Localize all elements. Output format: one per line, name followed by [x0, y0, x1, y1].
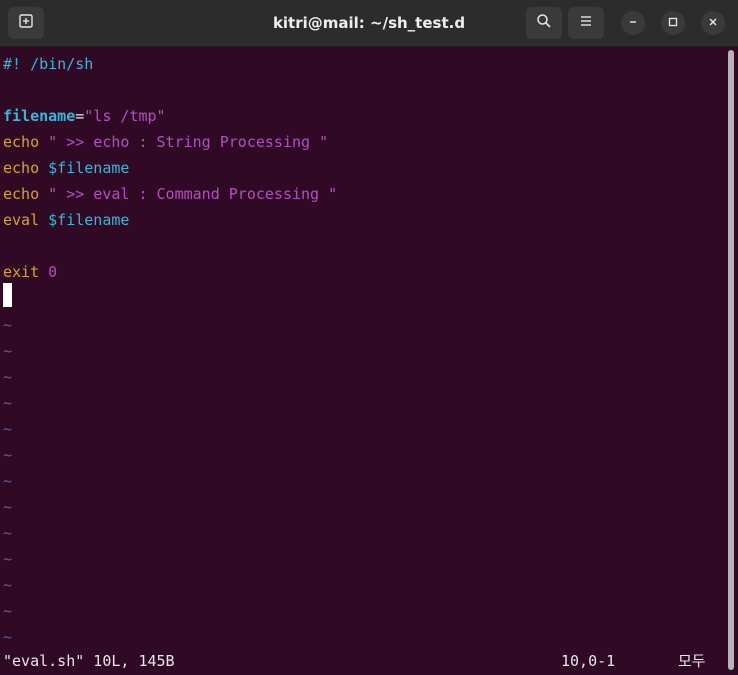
vertical-scrollbar[interactable] — [728, 50, 734, 670]
echo-keyword: echo — [3, 159, 40, 177]
cursor-position-status: 10,0-1 — [561, 652, 616, 670]
assign-operator: = — [75, 107, 85, 125]
code-line-5: echo $filename — [3, 155, 129, 181]
terminal-window: kitri@mail: ~/sh_test.d #! /bin/sh filen… — [0, 0, 738, 675]
empty-line-tilde: ~ — [3, 602, 13, 620]
search-button[interactable] — [526, 7, 562, 39]
menu-button[interactable] — [568, 7, 604, 39]
code-line-6: echo " >> eval : Command Processing " — [3, 181, 337, 207]
minimize-button[interactable] — [621, 11, 645, 35]
exit-code: 0 — [39, 263, 58, 281]
empty-line-tilde: ~ — [3, 420, 13, 438]
vim-editor[interactable]: #! /bin/sh filename="ls /tmp" echo " >> … — [0, 50, 726, 648]
new-tab-button[interactable] — [8, 7, 44, 39]
title-bar: kitri@mail: ~/sh_test.d — [0, 0, 738, 47]
file-info-status: "eval.sh" 10L, 145B — [3, 652, 175, 670]
new-tab-icon — [18, 13, 34, 34]
shebang-comment: #! /bin/sh — [3, 55, 94, 73]
maximize-button[interactable] — [661, 11, 685, 35]
hamburger-menu-icon — [579, 14, 593, 33]
code-line-9: exit 0 — [3, 259, 57, 285]
maximize-icon — [668, 14, 678, 32]
echo-keyword: echo — [3, 185, 40, 203]
code-line-4: echo " >> echo : String Processing " — [3, 129, 328, 155]
empty-line-tilde: ~ — [3, 342, 13, 360]
echo-keyword: echo — [3, 133, 40, 151]
code-line-3: filename="ls /tmp" — [3, 103, 166, 129]
empty-line-tilde: ~ — [3, 368, 13, 386]
eval-keyword: eval — [3, 211, 40, 229]
empty-line-tilde: ~ — [3, 524, 13, 542]
empty-line-tilde: ~ — [3, 628, 13, 646]
close-icon — [708, 14, 718, 32]
code-line-7: eval $filename — [3, 207, 129, 233]
scrollbar-thumb[interactable] — [728, 50, 734, 670]
empty-line-tilde: ~ — [3, 472, 13, 490]
variable-reference: $filename — [39, 211, 130, 229]
empty-line-tilde: ~ — [3, 550, 13, 568]
empty-line-tilde: ~ — [3, 446, 13, 464]
empty-line-tilde: ~ — [3, 394, 13, 412]
search-icon — [536, 13, 552, 34]
echo-string: " >> eval : Command Processing " — [39, 185, 338, 203]
echo-string: " >> echo : String Processing " — [39, 133, 329, 151]
variable-name: filename — [3, 107, 76, 125]
variable-value: "ls /tmp" — [84, 107, 166, 125]
scroll-position-status: 모두 — [678, 652, 706, 670]
close-button[interactable] — [701, 11, 725, 35]
text-cursor — [3, 283, 12, 307]
empty-line-tilde: ~ — [3, 316, 13, 334]
minimize-icon — [628, 14, 638, 32]
empty-line-tilde: ~ — [3, 576, 13, 594]
variable-reference: $filename — [39, 159, 130, 177]
code-line-1: #! /bin/sh — [3, 51, 93, 77]
exit-keyword: exit — [3, 263, 40, 281]
empty-line-tilde: ~ — [3, 498, 13, 516]
